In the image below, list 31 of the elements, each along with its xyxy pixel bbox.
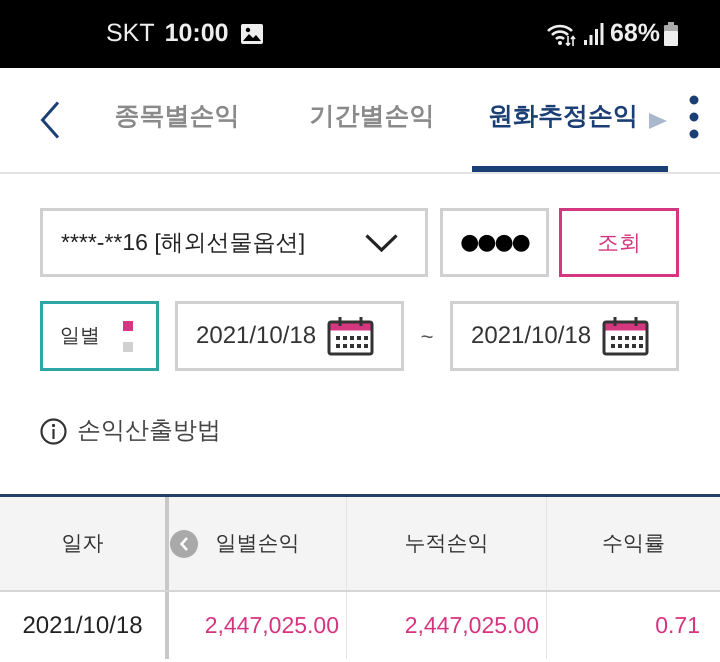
arrow-right-icon (649, 113, 667, 129)
date-field[interactable]: 2021/10/18 (175, 301, 404, 371)
signal-icon (584, 23, 604, 45)
date-range-separator: ~ (420, 322, 434, 350)
column-header: 일자 (62, 530, 104, 557)
back-chevron-icon (40, 101, 60, 139)
info-icon (40, 418, 67, 444)
chevron-left-icon (180, 536, 188, 550)
battery-icon (664, 22, 678, 46)
clock-time: 10:00 (164, 18, 229, 50)
account-select[interactable]: ****-**16 [해외선물옵션] (40, 208, 428, 277)
table-cell-text: 2,447,025.00 (404, 611, 539, 640)
column-header: 누적손익 (404, 530, 488, 557)
calendar-icon (602, 316, 649, 356)
calculation-method-link[interactable]: 손익산출방법 (40, 417, 221, 445)
column-header: 수익률 (602, 530, 665, 557)
image-icon (240, 24, 263, 44)
table-cell-text: 2021/10/18 (22, 610, 143, 640)
battery-percentage: 68% (610, 18, 660, 50)
column-header: 일별손익 (216, 530, 300, 557)
password-field[interactable]: ●●●● (440, 208, 549, 277)
date-field[interactable]: 2021/10/18 (450, 301, 679, 371)
period-selector[interactable]: 일별 (40, 301, 159, 371)
calendar-icon (327, 316, 374, 356)
table-cell-text: 0.71 (655, 611, 700, 640)
kebab-menu-icon (689, 95, 699, 139)
search-button[interactable]: 조회 (559, 208, 679, 277)
wifi-icon (546, 22, 577, 46)
table-cell-text: 2,447,025.00 (204, 611, 339, 640)
carrier-name: SKT (106, 18, 155, 50)
chevron-down-icon (365, 234, 398, 252)
